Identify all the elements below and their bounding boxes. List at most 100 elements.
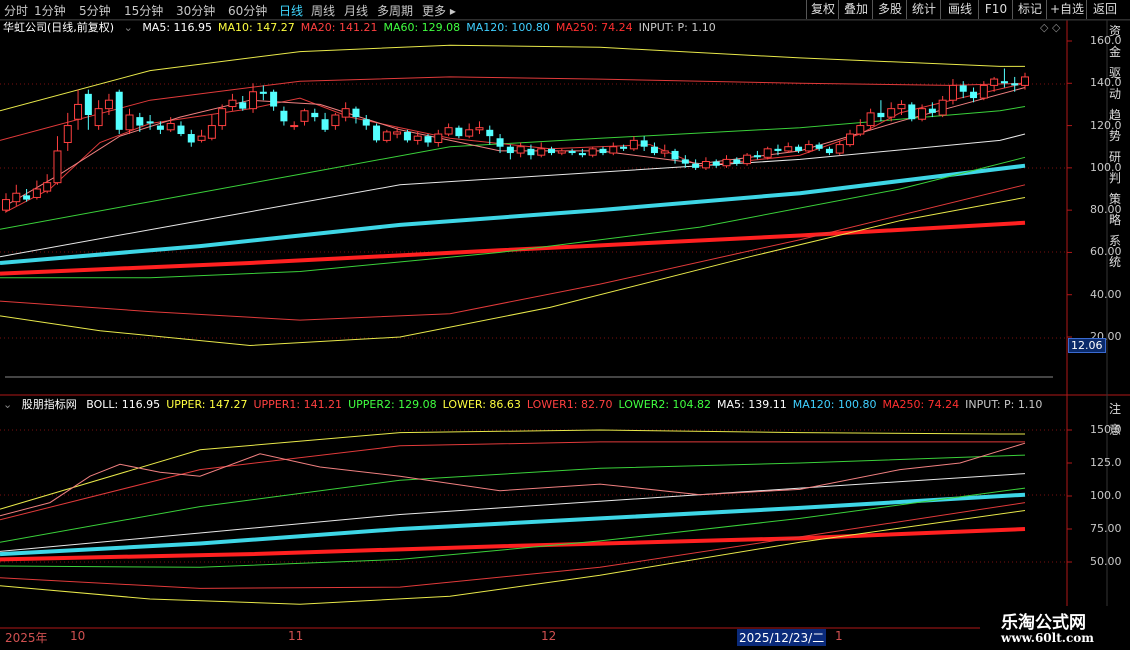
candle-body: [1021, 76, 1029, 86]
candle-body: [763, 148, 772, 158]
candle-body: [846, 133, 855, 146]
candle-body: [722, 158, 731, 167]
candle-body: [979, 84, 988, 99]
vertical-char: 注: [1109, 402, 1122, 416]
candle-body: [136, 117, 144, 126]
vertical-char: 动: [1109, 87, 1122, 101]
candle-body: [434, 133, 443, 143]
candle-body: [115, 91, 123, 130]
candle-body: [712, 161, 720, 166]
candle-body: [321, 119, 329, 130]
candle-body: [548, 148, 556, 154]
candle-body: [424, 136, 432, 143]
candle-body: [125, 114, 134, 131]
candle-body: [609, 146, 618, 154]
candle-body: [516, 146, 525, 154]
candle-body: [918, 108, 927, 120]
date-label: 1: [835, 629, 843, 643]
candle-body: [681, 159, 689, 164]
vertical-notice-text: 注意: [1109, 400, 1129, 442]
candle-body: [43, 182, 52, 192]
candle-body: [660, 150, 669, 154]
candle-body: [413, 135, 422, 141]
logo-name: 乐淘公式网: [1001, 613, 1086, 633]
candle-body: [671, 150, 679, 160]
candle-body: [475, 127, 484, 131]
candle-body: [692, 163, 700, 168]
price-tick-label: 75.00: [1090, 522, 1122, 535]
indicator-line: [0, 197, 1026, 347]
candle-body: [259, 91, 267, 94]
candle-body: [290, 125, 299, 128]
candle-body: [527, 148, 535, 156]
candle-body: [12, 192, 21, 203]
candle-body: [795, 146, 803, 151]
vertical-char: 策: [1109, 192, 1122, 206]
date-label: 10: [70, 629, 86, 643]
indicator-line: [0, 473, 1026, 552]
candle-body: [948, 84, 957, 101]
candle-body: [156, 125, 164, 130]
candle-body: [835, 144, 844, 154]
candle-body: [568, 150, 576, 154]
candle-body: [382, 131, 391, 141]
candle-body: [743, 154, 752, 165]
date-label: 12: [541, 629, 557, 643]
candle-body: [959, 85, 967, 92]
candle-body: [146, 121, 154, 124]
candle-body: [928, 108, 936, 113]
candle-body: [970, 91, 978, 99]
date-axis: 2025年 10 11 12 2025/12/23/二 1: [0, 629, 980, 650]
vertical-char: 意: [1109, 423, 1122, 437]
candle-body: [908, 104, 916, 120]
candle-body: [341, 108, 350, 118]
candle-body: [815, 144, 823, 149]
candle-body: [362, 119, 370, 126]
candle-body: [104, 99, 113, 110]
candle-body: [403, 131, 411, 141]
vertical-char: 统: [1109, 255, 1122, 269]
price-tick-label: 40.00: [1090, 287, 1122, 301]
candle-body: [166, 122, 175, 131]
candle-body: [496, 138, 504, 147]
candle-body: [94, 108, 103, 127]
price-tick-label: 100.0: [1090, 489, 1122, 502]
candle-body: [578, 153, 586, 156]
candle-body: [280, 110, 288, 122]
candle-body: [733, 159, 741, 164]
candle-body: [207, 125, 216, 139]
candle-body: [84, 93, 92, 115]
candle-body: [23, 195, 31, 200]
candle-body: [177, 125, 185, 135]
vertical-strategy-text: 资金驱动趋势研判策略系统: [1109, 22, 1129, 274]
candle-body: [774, 148, 782, 151]
price-tick-label: 125.0: [1090, 456, 1122, 469]
watermark-logo: 乐淘公式网 www.60lt.com: [985, 606, 1130, 650]
candle-body: [557, 150, 566, 154]
vertical-char: 金: [1109, 45, 1122, 59]
candle-body: [897, 103, 906, 110]
candle-body: [537, 148, 546, 156]
candle-body: [753, 155, 761, 158]
candle-body: [239, 102, 247, 109]
candle-body: [990, 78, 999, 86]
candle-body: [249, 91, 258, 110]
cursor-date-badge: 2025/12/23/二: [737, 629, 827, 646]
price-badge: 12.06: [1068, 338, 1106, 353]
vertical-char: 驱: [1109, 66, 1122, 80]
candle-body: [784, 146, 793, 152]
indicator-line: [4, 87, 1026, 207]
candle-body: [938, 99, 947, 116]
candle-body: [599, 148, 607, 154]
candle-body: [352, 108, 360, 118]
candle-body: [63, 125, 72, 143]
vertical-char: 势: [1109, 129, 1122, 143]
vertical-char: 系: [1109, 234, 1122, 248]
candle-body: [620, 146, 628, 149]
candle-body: [197, 135, 206, 141]
candle-body: [866, 112, 875, 127]
candlestick-chart[interactable]: [0, 0, 1130, 650]
candle-body: [53, 150, 62, 184]
candle-body: [300, 110, 309, 122]
candle-body: [228, 99, 237, 108]
